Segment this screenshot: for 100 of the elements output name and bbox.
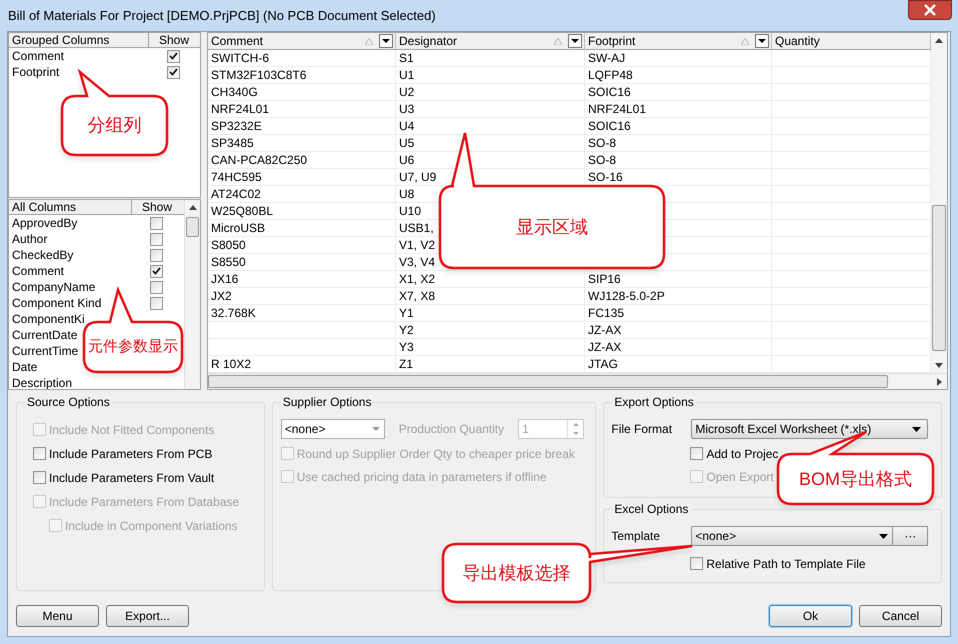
column-header[interactable]: Comment [208,33,365,50]
caret-icon [879,534,888,538]
column-header[interactable]: Show [132,200,184,214]
filter-dropdown-button[interactable] [755,34,769,48]
filter-dropdown-button[interactable] [568,34,582,48]
checkbox[interactable] [33,471,46,484]
table-cell: SWITCH-6 [211,51,269,65]
table-cell: STM32F103C8T6 [211,68,306,82]
table-cell: S1 [399,51,414,65]
dialog-button[interactable]: Cancel [859,605,942,627]
sort-icon[interactable] [554,38,562,44]
column-name[interactable]: CurrentTime [12,342,78,360]
table-cell: USB1, [399,221,434,235]
sort-icon[interactable] [365,38,373,44]
checkbox[interactable] [150,264,163,278]
table-cell: SIP16 [588,272,621,286]
column-name[interactable]: Footprint [12,63,60,81]
checkbox[interactable] [150,248,163,262]
table-cell: SO-8 [588,153,616,167]
column-header[interactable]: Grouped Columns [9,33,149,47]
close-button[interactable] [908,0,952,20]
scroll-thumb[interactable] [208,375,888,388]
column-name[interactable]: Author [12,230,48,248]
table-cell: Y1 [399,306,414,320]
checkbox[interactable] [167,50,180,62]
horizontal-scrollbar[interactable] [208,373,947,389]
callout-text: 元件参数显示 [88,336,178,357]
column-name[interactable]: ApprovedBy [12,215,78,232]
table-cell: Y2 [399,323,414,337]
group-title: Source Options [25,395,112,409]
table-cell: S8550 [211,255,246,269]
table-cell: SW-AJ [588,51,626,65]
checkbox-label[interactable]: Include Parameters From Vault [49,468,214,486]
vertical-scrollbar[interactable] [184,200,200,389]
template-dropdown[interactable]: <none> [691,526,894,546]
checkbox-label: Round up Supplier Order Qty to cheaper price break [296,446,575,462]
column-header[interactable]: Show [149,33,200,47]
browse-button[interactable]: ··· [893,526,928,546]
dialog-button[interactable]: Export... [106,605,189,627]
table-cell: U8 [399,187,414,201]
file-format-dropdown[interactable]: Microsoft Excel Worksheet (*.xls) [691,419,928,439]
sort-icon[interactable] [741,38,749,44]
supplier-dropdown[interactable]: <none> [280,419,385,439]
window-title: Bill of Materials For Project [DEMO.PrjPCB] (No PCB Document Selected) [8,6,436,25]
checkbox[interactable] [690,557,704,570]
scroll-thumb[interactable] [186,217,199,237]
table-cell: WJ128-5.0-2P [588,289,665,303]
table-cell: U6 [399,153,414,167]
column-name[interactable]: ComponentKi [12,310,85,328]
scroll-down-icon [935,363,943,368]
group-title: Export Options [612,395,696,409]
table-cell: LQFP48 [588,68,633,82]
checkbox[interactable] [150,280,163,294]
column-name[interactable]: Date [12,358,38,376]
filter-dropdown-button[interactable] [379,34,393,48]
caret-icon [372,427,380,431]
table-cell: Z1 [399,357,414,371]
checkbox[interactable] [150,232,163,246]
table-cell: JX16 [211,272,238,286]
scroll-right-icon [937,378,942,386]
table-cell: MicroUSB [211,221,266,235]
checkbox-label[interactable]: Add to Projec [706,444,778,462]
caret-icon [382,39,390,43]
table-cell: SP3232E [211,119,262,133]
table-cell: SP3485 [211,136,254,150]
table-cell: U10 [399,204,422,218]
column-name[interactable]: CurrentDate [12,326,78,344]
checkbox-label: Include in Component Variations [65,518,238,534]
checkbox[interactable] [167,66,180,78]
checkbox[interactable] [150,216,163,230]
column-header[interactable]: All Columns [9,200,132,214]
dialog-button[interactable]: Menu [16,605,99,627]
caret-icon [571,39,579,43]
checkbox[interactable] [33,447,46,460]
column-header[interactable]: Quantity [772,33,930,50]
scroll-thumb[interactable] [932,205,946,351]
column-header[interactable]: Footprint [585,33,741,50]
column-name[interactable]: Component Kind [12,294,102,312]
column-name[interactable]: Comment [12,262,64,280]
callout-text: BOM导出格式 [798,468,912,490]
dialog-button[interactable]: Ok [769,605,852,627]
table-cell: U4 [399,119,414,133]
column-header[interactable]: Designator [396,33,554,50]
table-cell: X1, X2 [399,272,436,286]
checkbox[interactable] [150,296,163,310]
scroll-up-icon [188,205,196,210]
column-name[interactable]: Comment [12,47,64,65]
table-cell: JX2 [211,289,232,303]
table-cell: X7, X8 [399,289,436,303]
table-cell: JTAG [588,357,618,371]
table-cell: FC135 [588,306,624,320]
table-cell: U5 [399,136,414,150]
vertical-scrollbar[interactable] [931,33,947,373]
checkbox-label[interactable]: Include Parameters From PCB [49,444,212,462]
column-name[interactable]: CompanyName [12,278,96,296]
column-name[interactable]: CheckedBy [12,246,74,264]
table-cell: SOIC16 [588,119,631,133]
checkbox[interactable] [690,447,704,460]
table-cell: V3, V4 [399,255,436,269]
checkbox-label[interactable]: Relative Path to Template File [706,554,866,572]
